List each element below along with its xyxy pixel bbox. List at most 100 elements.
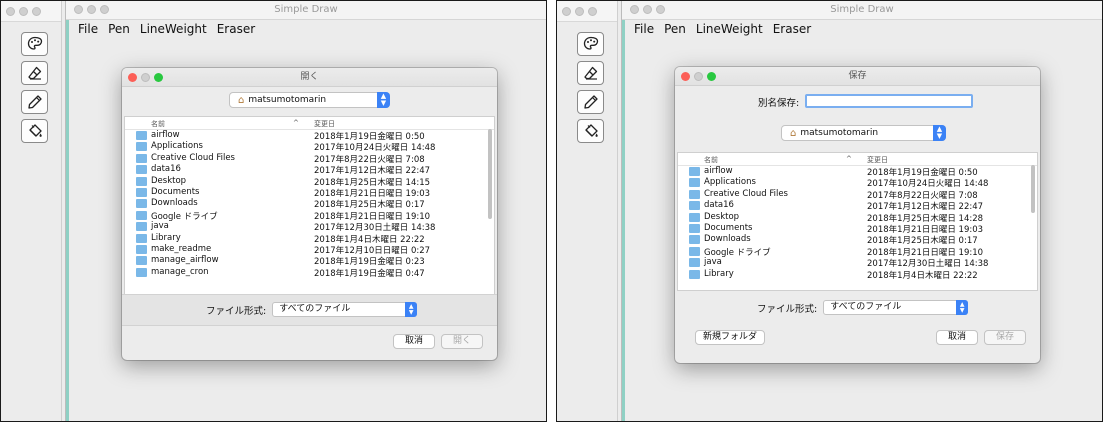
- file-name: Documents: [151, 186, 200, 197]
- file-modified-date: 2018年1月4日木曜日 22:22: [314, 234, 425, 245]
- file-row[interactable]: data16 2017年1月12日木曜日 22:47: [678, 200, 1037, 212]
- file-list-header: 名前 ^ 変更日: [125, 117, 494, 130]
- file-row[interactable]: Library 2018年1月4日木曜日 22:22: [678, 269, 1037, 281]
- folder-icon: [689, 167, 700, 176]
- zoom-light[interactable]: [154, 73, 163, 82]
- minimize-light[interactable]: [141, 73, 150, 82]
- file-modified-date: 2018年1月19日金曜日 0:23: [314, 257, 425, 268]
- file-row[interactable]: Desktop 2018年1月25日木曜日 14:28: [678, 212, 1037, 224]
- fill-tool-button[interactable]: [577, 119, 604, 143]
- cancel-button[interactable]: 取消: [936, 330, 978, 345]
- file-list-scrollbar[interactable]: [1031, 165, 1035, 213]
- zoom-light[interactable]: [707, 72, 716, 81]
- file-row[interactable]: airflow 2018年1月19日金曜日 0:50: [678, 166, 1037, 178]
- file-row[interactable]: Documents 2018年1月21日日曜日 19:03: [125, 186, 494, 199]
- file-row[interactable]: make_readme 2017年12月10日日曜日 0:27: [125, 244, 494, 256]
- file-row[interactable]: airflow 2018年1月19日金曜日 0:50: [125, 130, 494, 142]
- file-list-scrollbar[interactable]: [488, 129, 492, 219]
- palette-tool-button[interactable]: [21, 32, 48, 56]
- close-light[interactable]: [562, 6, 571, 16]
- zoom-light[interactable]: [32, 6, 41, 16]
- menu-eraser[interactable]: Eraser: [217, 22, 255, 36]
- file-name: airflow: [151, 130, 180, 140]
- minimize-light[interactable]: [19, 6, 28, 16]
- folder-icon: [136, 142, 147, 152]
- cancel-button[interactable]: 取消: [393, 334, 435, 349]
- folder-icon: [689, 212, 700, 222]
- file-row[interactable]: Library 2018年1月4日木曜日 22:22: [125, 233, 494, 245]
- file-name: Applications: [704, 177, 756, 188]
- menu-lineweight[interactable]: LineWeight: [140, 22, 207, 36]
- menu-file[interactable]: File: [78, 22, 98, 36]
- location-select[interactable]: ⌂ matsumotomarin ▲ ▼: [781, 125, 946, 141]
- open-dialog: 開く ⌂ matsumotomarin ▲ ▼ 名前 ^ 変更日 airflow 2…: [122, 68, 497, 360]
- file-row[interactable]: manage_airflow 2018年1月19日金曜日 0:23: [125, 255, 494, 268]
- minimize-light[interactable]: [643, 5, 652, 14]
- eraser-tool-button[interactable]: [577, 61, 604, 85]
- folder-icon: [136, 210, 147, 220]
- eraser-tool-button[interactable]: [21, 61, 48, 85]
- file-modified-date: 2017年10月24日火曜日 14:48: [867, 179, 989, 190]
- file-row[interactable]: Desktop 2018年1月25日木曜日 14:15: [125, 176, 494, 188]
- close-light[interactable]: [630, 5, 639, 14]
- folder-icon: [689, 258, 700, 268]
- file-name: airflow: [704, 166, 733, 176]
- save-dialog: 保存 別名保存: ⌂ matsumotomarin ▲ ▼ 名前 ^ 変更日 ai…: [675, 67, 1040, 363]
- minimize-light[interactable]: [575, 6, 584, 16]
- file-row[interactable]: Applications 2017年10月24日火曜日 14:48: [125, 141, 494, 153]
- column-date-header[interactable]: 変更日: [314, 119, 335, 129]
- format-label: ファイル形式:: [206, 305, 267, 317]
- file-row[interactable]: Applications 2017年10月24日火曜日 14:48: [678, 177, 1037, 190]
- location-select[interactable]: ⌂ matsumotomarin ▲ ▼: [229, 92, 390, 108]
- zoom-light[interactable]: [100, 5, 109, 14]
- zoom-light[interactable]: [656, 5, 665, 14]
- minimize-light[interactable]: [694, 72, 703, 81]
- pencil-tool-button[interactable]: [21, 90, 48, 114]
- palette-tool-button[interactable]: [577, 32, 604, 56]
- pencil-icon: [583, 95, 598, 109]
- file-row[interactable]: java 2017年12月30日土曜日 14:38: [678, 257, 1037, 269]
- file-list[interactable]: 名前 ^ 変更日 airflow 2018年1月19日金曜日 0:50 Applic…: [124, 116, 495, 295]
- minimize-light[interactable]: [87, 5, 96, 14]
- file-row[interactable]: java 2017年12月30日土曜日 14:38: [125, 221, 494, 233]
- folder-icon: [136, 267, 147, 277]
- file-row[interactable]: Google ドライブ 2018年1月21日日曜日 19:10: [125, 210, 494, 222]
- close-light[interactable]: [681, 72, 690, 81]
- file-list[interactable]: 名前 ^ 変更日 airflow 2018年1月19日金曜日 0:50 Applic…: [677, 152, 1038, 291]
- file-row[interactable]: Downloads 2018年1月25日木曜日 0:17: [125, 198, 494, 210]
- menu-eraser[interactable]: Eraser: [773, 22, 811, 36]
- menu-lineweight[interactable]: LineWeight: [696, 22, 763, 36]
- format-value: すべてのファイル: [279, 304, 351, 314]
- file-row[interactable]: Creative Cloud Files 2017年8月22日火曜日 7:08: [125, 153, 494, 165]
- close-light[interactable]: [6, 6, 15, 16]
- fill-tool-button[interactable]: [21, 119, 48, 143]
- column-name-header[interactable]: 名前: [151, 119, 165, 129]
- close-light[interactable]: [128, 73, 137, 82]
- column-date-header[interactable]: 変更日: [867, 155, 888, 165]
- save-button[interactable]: 保存: [984, 330, 1026, 345]
- close-light[interactable]: [74, 5, 83, 14]
- file-row[interactable]: data16 2017年1月12日木曜日 22:47: [125, 164, 494, 176]
- save-as-input[interactable]: [805, 94, 973, 108]
- folder-icon: [689, 178, 700, 188]
- pencil-tool-button[interactable]: [577, 90, 604, 114]
- file-row[interactable]: manage_cron 2018年1月19日金曜日 0:47: [125, 267, 494, 279]
- format-select[interactable]: すべてのファイル ▲ ▼: [272, 302, 418, 317]
- open-button[interactable]: 開く: [441, 334, 483, 349]
- file-row[interactable]: Downloads 2018年1月25日木曜日 0:17: [678, 234, 1037, 247]
- file-row[interactable]: Creative Cloud Files 2017年8月22日火曜日 7:08: [678, 189, 1037, 201]
- file-name: Google ドライブ: [151, 211, 218, 222]
- column-name-header[interactable]: 名前: [704, 155, 718, 165]
- file-name: data16: [151, 164, 181, 175]
- format-select[interactable]: すべてのファイル ▲ ▼: [823, 300, 969, 315]
- file-row[interactable]: Google ドライブ 2018年1月21日日曜日 19:10: [678, 246, 1037, 258]
- main-window: Simple Draw File Pen LineWeight Eraser 開…: [65, 1, 546, 421]
- zoom-light[interactable]: [588, 6, 597, 16]
- menu-pen[interactable]: Pen: [664, 22, 686, 36]
- new-folder-button[interactable]: 新規フォルダ: [695, 330, 765, 345]
- file-modified-date: 2018年1月19日金曜日 0:50: [867, 168, 978, 178]
- menu-file[interactable]: File: [634, 22, 654, 36]
- file-modified-date: 2018年1月25日木曜日 0:17: [867, 236, 978, 247]
- menu-pen[interactable]: Pen: [108, 22, 130, 36]
- file-row[interactable]: Documents 2018年1月21日日曜日 19:03: [678, 223, 1037, 235]
